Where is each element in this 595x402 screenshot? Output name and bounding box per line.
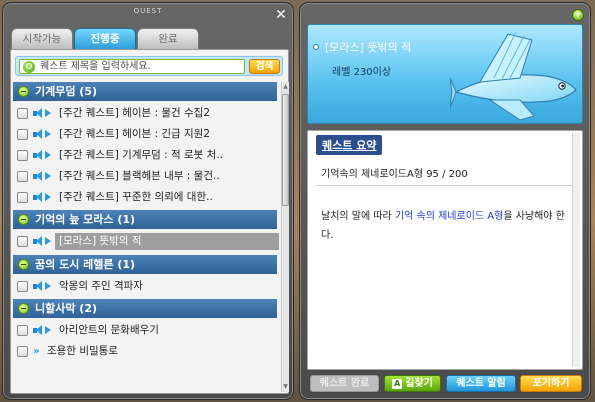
region-header-nihal-desert[interactable]: 니할사막 (2): [13, 299, 277, 318]
quest-tabs: 시작가능 진행중 완료: [11, 28, 200, 49]
quest-checkbox[interactable]: [17, 150, 28, 161]
detail-scrollbar[interactable]: [572, 133, 580, 367]
quest-label: 조용한 비밀통로: [47, 345, 118, 357]
region-header-morass[interactable]: 기억의 늪 모라스 (1): [13, 210, 277, 229]
region-header-machine-graveyard[interactable]: 기계무덤 (5): [13, 82, 277, 101]
quest-row-selected[interactable]: [모라스] 뜻밖의 적: [13, 231, 279, 252]
window-title: QUEST: [133, 7, 163, 15]
region-title: 꿈의 도시 레헬른 (1): [35, 258, 136, 271]
quest-checkbox[interactable]: [17, 281, 28, 292]
quest-list-content: 검색 기계무덤 (5) [주간 퀘스트] 헤이븐 : 물건 수집2 [주간 퀘스…: [10, 49, 289, 394]
pathfinding-label: 길찾기: [405, 378, 433, 389]
collapse-icon[interactable]: [18, 259, 29, 270]
region-title: 기계무덤 (5): [35, 85, 98, 98]
quest-row[interactable]: 아리안트의 문화배우기: [13, 320, 277, 341]
quest-name-row: [모라스] 뜻밖의 적: [313, 40, 411, 56]
tab-available[interactable]: 시작가능: [11, 28, 73, 49]
quest-label: [주간 퀘스트] 꾸준한 의뢰에 대한..: [59, 191, 213, 203]
scroll-up-icon[interactable]: ▲: [282, 83, 289, 91]
quest-checkbox[interactable]: [17, 192, 28, 203]
pathfinding-button[interactable]: A 길찾기: [384, 375, 441, 392]
quest-row[interactable]: [주간 퀘스트] 꾸준한 의뢰에 대한..: [13, 187, 277, 208]
quest-checkbox[interactable]: [17, 346, 28, 357]
collapse-icon[interactable]: [18, 303, 29, 314]
quest-name: [모라스] 뜻밖의 적: [325, 41, 412, 54]
progress-text: 기억속의 제네로이드A형 95 / 200: [321, 169, 468, 180]
speaker-icon: [33, 236, 45, 247]
speaker-icon: [33, 325, 45, 336]
search-box[interactable]: [19, 59, 245, 74]
tab-completed[interactable]: 완료: [137, 28, 199, 49]
complete-quest-button[interactable]: 퀘스트 완료: [310, 375, 379, 392]
quest-row[interactable]: » 조용한 비밀통로: [13, 341, 277, 362]
quest-description: 날치의 말에 따라 기억 속의 제네로이드 A형을 사냥해야 한다.: [321, 207, 566, 245]
quest-label: [주간 퀘스트] 블랙헤븐 내부 : 물건..: [59, 170, 220, 182]
scroll-down-icon[interactable]: ▼: [282, 383, 289, 391]
quest-label: [주간 퀘스트] 기계무덤 : 적 로봇 처..: [59, 149, 224, 161]
description-highlight: 기억 속의 제네로이드 A형: [394, 211, 504, 222]
arrow-right-icon: [45, 237, 51, 245]
quest-row[interactable]: [주간 퀘스트] 블랙헤븐 내부 : 물건..: [13, 166, 277, 187]
collapse-icon[interactable]: [18, 86, 29, 97]
quest-banner: [모라스] 뜻밖의 적 레벨 230이상: [307, 24, 583, 124]
key-a-icon: A: [392, 379, 403, 389]
quest-row[interactable]: [주간 퀘스트] 기계무덤 : 적 로봇 처..: [13, 145, 277, 166]
search-icon: [23, 61, 35, 73]
quest-list-scrollbar[interactable]: ▲ ▼: [281, 82, 289, 392]
speaker-icon: [33, 150, 45, 161]
search-input[interactable]: [40, 60, 240, 73]
quest-row[interactable]: [주간 퀘스트] 헤이븐 : 물건 수집2: [13, 103, 277, 124]
quest-checkbox[interactable]: [17, 108, 28, 119]
quest-detail-panel: 퀘스트 요약 기억속의 제네로이드A형 95 / 200 날치의 말에 따라 기…: [307, 130, 583, 370]
flying-fish-icon: [450, 31, 577, 121]
speaker-icon: [33, 129, 45, 140]
level-requirement: 레벨 230이상: [332, 67, 392, 78]
arrow-right-icon: [45, 109, 51, 117]
close-icon[interactable]: ✕: [274, 8, 288, 22]
arrow-right-icon: [45, 151, 51, 159]
arrow-right-icon: [45, 193, 51, 201]
quest-label: 아리안트의 문화배우기: [59, 324, 159, 336]
action-buttons: 퀘스트 완료 A 길찾기 퀘스트 알림 포기하기: [307, 375, 585, 392]
give-up-button[interactable]: 포기하기: [520, 375, 582, 392]
speaker-icon: [33, 108, 45, 119]
quest-row[interactable]: [주간 퀘스트] 헤이븐 : 긴급 지원2: [13, 124, 277, 145]
arrow-right-icon: [45, 130, 51, 138]
description-text: 날치의 말에 따라: [321, 211, 395, 222]
arrow-right-icon: [45, 282, 51, 290]
quest-dot-icon: [313, 44, 319, 50]
quest-checkbox[interactable]: [17, 171, 28, 182]
quest-list-window: QUEST ✕ 시작가능 진행중 완료 검색 기계무덤 (5) [주간 퀘스트]: [2, 2, 294, 400]
quest-checkbox[interactable]: [17, 129, 28, 140]
speaker-icon: [33, 192, 45, 203]
collapse-icon[interactable]: [18, 214, 29, 225]
summary-title: 퀘스트 요약: [316, 135, 383, 155]
quest-label: [모라스] 뜻밖의 적: [55, 233, 279, 250]
quest-label: [주간 퀘스트] 헤이븐 : 물건 수집2: [59, 107, 211, 119]
search-button[interactable]: 검색: [249, 59, 280, 74]
region-title: 니할사막 (2): [35, 302, 98, 315]
quest-label: [주간 퀘스트] 헤이븐 : 긴급 지원2: [59, 128, 211, 140]
region-title: 기억의 늪 모라스 (1): [35, 213, 136, 226]
quest-checkbox[interactable]: [17, 236, 28, 247]
scroll-thumb[interactable]: [282, 94, 289, 206]
arrow-right-icon: [45, 326, 51, 334]
region-header-lachelein[interactable]: 꿈의 도시 레헬른 (1): [13, 255, 277, 274]
quest-detail-window: + [모라스] 뜻밖의 적 레벨 230이상 퀘스트 요약 기억속의 제네로이드…: [299, 2, 591, 400]
quest-row[interactable]: 악몽의 주인 격파자: [13, 276, 277, 297]
summary-divider: [316, 185, 574, 186]
quest-label: 악몽의 주인 격파자: [59, 280, 143, 292]
search-bar: 검색: [15, 56, 283, 76]
arrow-right-icon: [45, 172, 51, 180]
tab-in-progress[interactable]: 진행중: [74, 28, 136, 49]
speaker-icon: [33, 281, 45, 292]
minimize-icon[interactable]: +: [572, 9, 584, 21]
quest-alarm-button[interactable]: 퀘스트 알림: [446, 375, 516, 392]
quest-list: 기계무덤 (5) [주간 퀘스트] 헤이븐 : 물건 수집2 [주간 퀘스트] …: [11, 82, 279, 392]
quest-checkbox[interactable]: [17, 325, 28, 336]
speaker-icon: [33, 171, 45, 182]
